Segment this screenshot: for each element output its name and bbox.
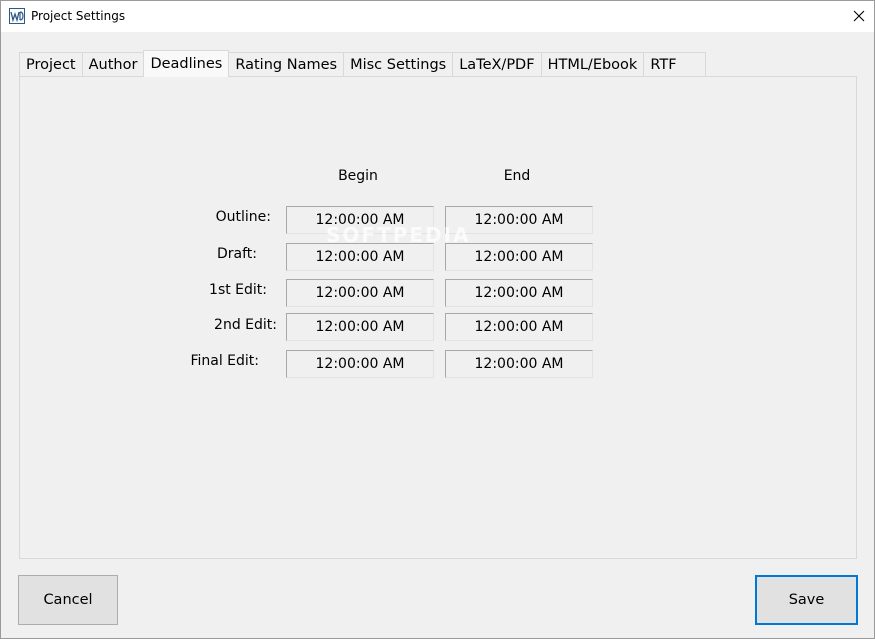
outline-label: Outline:: [215, 209, 271, 225]
tab-latex-pdf[interactable]: LaTeX/PDF: [452, 52, 542, 77]
end-column-header: End: [503, 168, 531, 184]
tab-label: Rating Names: [235, 57, 338, 73]
first-edit-label: 1st Edit:: [209, 282, 267, 298]
second-edit-end-field[interactable]: 12:00:00 AM: [445, 313, 593, 341]
tab-label: RTF: [650, 57, 677, 73]
save-button[interactable]: Save: [755, 575, 858, 625]
tab-label: Author: [88, 57, 138, 73]
tab-label: Misc Settings: [350, 57, 447, 73]
title-bar: Project Settings: [1, 1, 874, 32]
tab-label: Deadlines: [150, 56, 223, 72]
begin-column-header: Begin: [338, 168, 378, 184]
outline-end-field[interactable]: 12:00:00 AM: [445, 206, 593, 234]
close-icon: [853, 7, 865, 26]
final-edit-label: Final Edit:: [190, 353, 259, 369]
first-edit-begin-field[interactable]: 12:00:00 AM: [286, 279, 434, 307]
tab-label: HTML/Ebook: [547, 57, 638, 73]
draft-end-field[interactable]: 12:00:00 AM: [445, 243, 593, 271]
draft-begin-field[interactable]: 12:00:00 AM: [286, 243, 434, 271]
draft-label: Draft:: [216, 246, 257, 262]
close-button[interactable]: [843, 1, 875, 32]
tab-project[interactable]: Project: [19, 52, 83, 77]
tab-html-ebook[interactable]: HTML/Ebook: [540, 52, 645, 77]
first-edit-end-field[interactable]: 12:00:00 AM: [445, 279, 593, 307]
second-edit-label: 2nd Edit:: [214, 317, 277, 333]
tab-label: Project: [26, 57, 76, 73]
tab-label: LaTeX/PDF: [459, 57, 535, 73]
window-title: Project Settings: [31, 9, 126, 23]
project-settings-window: Project Settings Project Author Deadline…: [0, 0, 875, 639]
second-edit-begin-field[interactable]: 12:00:00 AM: [286, 313, 434, 341]
final-edit-end-field[interactable]: 12:00:00 AM: [445, 350, 593, 378]
tab-rating-names[interactable]: Rating Names: [228, 52, 345, 77]
tab-author[interactable]: Author: [81, 52, 145, 77]
tab-rtf[interactable]: RTF: [643, 52, 706, 77]
final-edit-begin-field[interactable]: 12:00:00 AM: [286, 350, 434, 378]
cancel-button[interactable]: Cancel: [18, 575, 118, 625]
tab-misc-settings[interactable]: Misc Settings: [343, 52, 454, 77]
deadlines-panel: [19, 76, 857, 559]
settings-tabs: Project Author Deadlines Rating Names Mi…: [19, 50, 706, 77]
tab-deadlines[interactable]: Deadlines: [143, 50, 230, 77]
yw-app-icon: [9, 8, 25, 24]
outline-begin-field[interactable]: 12:00:00 AM: [286, 206, 434, 234]
